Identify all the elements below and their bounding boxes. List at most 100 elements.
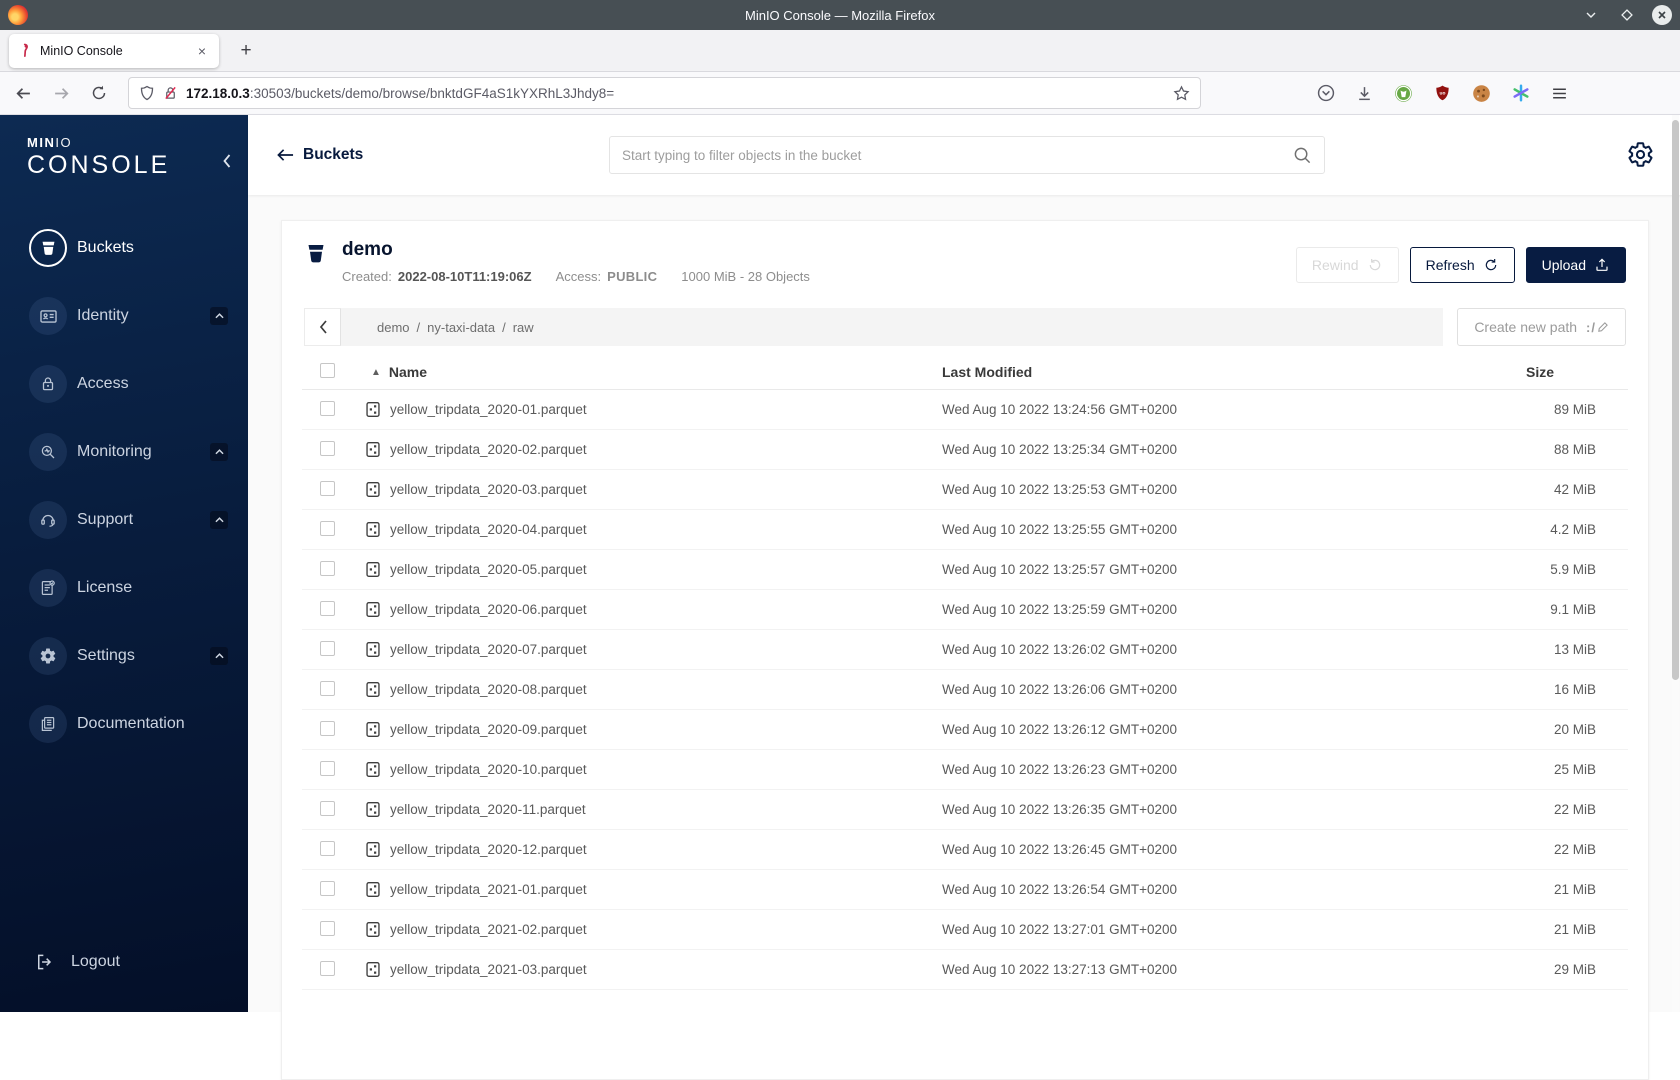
object-row[interactable]: yellow_tripdata_2021-01.parquet Wed Aug … [302,870,1628,910]
object-row[interactable]: yellow_tripdata_2020-02.parquet Wed Aug … [302,430,1628,470]
object-row[interactable]: yellow_tripdata_2021-02.parquet Wed Aug … [302,910,1628,950]
scrollbar-thumb[interactable] [1672,120,1679,680]
object-size: 5.9 MiB [1550,562,1596,577]
insecure-lock-icon[interactable] [163,85,178,101]
object-row[interactable]: yellow_tripdata_2020-09.parquet Wed Aug … [302,710,1628,750]
url-text[interactable]: 172.18.0.3:30503/buckets/demo/browse/bnk… [186,86,1165,101]
object-size: 16 MiB [1553,682,1596,697]
upload-button[interactable]: Upload [1525,247,1626,283]
select-all-checkbox[interactable] [320,363,335,378]
parquet-file-icon [366,842,380,857]
tracking-shield-icon[interactable] [139,85,155,101]
path-back-button[interactable] [304,308,341,346]
row-checkbox[interactable] [320,840,335,856]
sidebar-item-access[interactable]: Access [0,350,248,418]
tab-close-icon[interactable]: × [193,43,211,59]
object-row[interactable]: yellow_tripdata_2021-03.parquet Wed Aug … [302,950,1628,990]
object-row[interactable]: yellow_tripdata_2020-12.parquet Wed Aug … [302,830,1628,870]
row-checkbox[interactable] [320,760,335,776]
row-checkbox[interactable] [320,720,335,736]
object-row[interactable]: yellow_tripdata_2020-01.parquet Wed Aug … [302,390,1628,430]
sidebar-item-support[interactable]: Support [0,486,248,554]
object-name: yellow_tripdata_2021-02.parquet [390,922,587,937]
chevron-up-icon[interactable] [210,511,228,529]
privacy-badger-icon[interactable] [1394,84,1413,103]
window-maximize-icon[interactable] [1616,4,1638,26]
object-modified: Wed Aug 10 2022 13:26:23 GMT+0200 [942,762,1178,777]
sidebar-item-monitoring[interactable]: Monitoring [0,418,248,486]
url-bar[interactable]: 172.18.0.3:30503/buckets/demo/browse/bnk… [128,77,1201,109]
object-name: yellow_tripdata_2020-12.parquet [390,842,587,857]
sidebar-item-logout[interactable]: Logout [0,940,248,984]
cookie-icon[interactable] [1472,84,1491,103]
column-header-name[interactable]: ▲ Name [360,364,942,380]
breadcrumb: demo / ny-taxi-data / raw [341,308,1444,346]
ublock-icon[interactable]: uo [1434,84,1451,102]
row-checkbox[interactable] [320,400,335,416]
sidebar-item-settings[interactable]: Settings [0,622,248,690]
object-row[interactable]: yellow_tripdata_2020-11.parquet Wed Aug … [302,790,1628,830]
row-checkbox[interactable] [320,960,335,976]
object-row[interactable]: yellow_tripdata_2020-04.parquet Wed Aug … [302,510,1628,550]
row-checkbox[interactable] [320,680,335,696]
object-modified: Wed Aug 10 2022 13:24:56 GMT+0200 [942,402,1178,417]
sidebar-item-identity[interactable]: Identity [0,282,248,350]
sidebar-item-license[interactable]: License [0,554,248,622]
console-settings-gear-icon[interactable] [1627,141,1654,168]
browser-tab[interactable]: MinIO Console × [9,33,219,68]
object-row[interactable]: yellow_tripdata_2020-08.parquet Wed Aug … [302,670,1628,710]
row-checkbox[interactable] [320,600,335,616]
documentation-icon [29,705,67,743]
object-row[interactable]: yellow_tripdata_2020-06.parquet Wed Aug … [302,590,1628,630]
reload-icon[interactable] [84,78,114,108]
object-size: 20 MiB [1553,722,1596,737]
support-icon [29,501,67,539]
back-icon[interactable] [8,78,38,108]
window-minimize-icon[interactable] [1580,4,1602,26]
object-modified: Wed Aug 10 2022 13:27:13 GMT+0200 [942,962,1178,977]
chevron-up-icon[interactable] [210,307,228,325]
row-checkbox[interactable] [320,640,335,656]
row-checkbox[interactable] [320,440,335,456]
bookmark-star-icon[interactable] [1173,84,1190,102]
rewind-icon [1369,259,1380,271]
menu-hamburger-icon[interactable] [1551,85,1568,102]
row-checkbox[interactable] [320,920,335,936]
pocket-icon[interactable] [1317,84,1335,102]
window-close-icon[interactable] [1652,5,1672,25]
object-table-header: ▲ Name Last Modified Size [302,355,1628,390]
create-new-path-button[interactable]: Create new path :/ [1457,308,1626,346]
chevron-up-icon[interactable] [210,443,228,461]
object-row[interactable]: yellow_tripdata_2020-07.parquet Wed Aug … [302,630,1628,670]
object-size: 22 MiB [1553,802,1596,817]
row-checkbox[interactable] [320,560,335,576]
filter-search-input[interactable] [622,147,1293,163]
row-checkbox[interactable] [320,480,335,496]
row-checkbox[interactable] [320,520,335,536]
forward-icon[interactable] [46,78,76,108]
row-checkbox[interactable] [320,880,335,896]
object-row[interactable]: yellow_tripdata_2020-10.parquet Wed Aug … [302,750,1628,790]
page-scrollbar[interactable] [1672,115,1679,1012]
object-modified: Wed Aug 10 2022 13:26:06 GMT+0200 [942,682,1178,697]
sidebar-item-buckets[interactable]: Buckets [0,214,248,282]
sidebar-item-documentation[interactable]: Documentation [0,690,248,758]
download-icon[interactable] [1356,85,1373,102]
object-modified: Wed Aug 10 2022 13:26:35 GMT+0200 [942,802,1178,817]
chevron-up-icon[interactable] [210,647,228,665]
breadcrumb-part[interactable]: demo [377,320,410,335]
row-checkbox[interactable] [320,800,335,816]
breadcrumb-part[interactable]: raw [513,320,534,335]
object-table-body: yellow_tripdata_2020-01.parquet Wed Aug … [302,390,1628,990]
parquet-file-icon [366,682,380,697]
object-size: 9.1 MiB [1550,602,1596,617]
new-tab-button[interactable]: + [233,40,259,62]
rewind-button[interactable]: Rewind [1295,247,1399,283]
refresh-button[interactable]: Refresh [1409,247,1515,283]
sidebar-collapse-icon[interactable] [221,153,232,169]
object-row[interactable]: yellow_tripdata_2020-03.parquet Wed Aug … [302,470,1628,510]
breadcrumb-part[interactable]: ny-taxi-data [427,320,495,335]
extension-asterisk-icon[interactable] [1512,84,1530,102]
object-row[interactable]: yellow_tripdata_2020-05.parquet Wed Aug … [302,550,1628,590]
back-to-buckets-link[interactable]: Buckets [277,146,363,164]
